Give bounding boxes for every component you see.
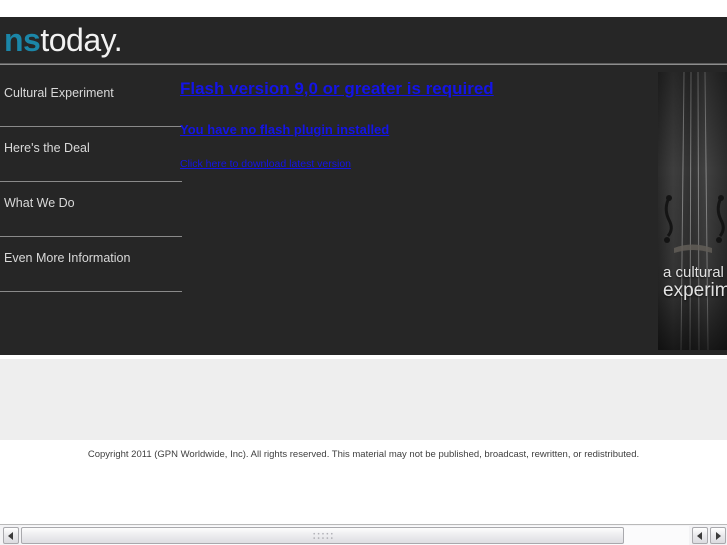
nav-item-cultural-experiment[interactable]: Cultural Experiment [0,72,182,127]
logo-text-ns: ns [4,22,41,58]
flash-version-required-link[interactable]: Flash version 9,0 or greater is required [180,79,650,99]
horizontal-scrollbar[interactable] [0,524,727,545]
primary-navigation: Cultural Experiment Here's the Deal What… [0,72,182,292]
lower-light-panel [0,357,727,440]
top-white-gutter [0,0,727,17]
site-logo[interactable]: nstoday. [4,21,123,59]
page-dark-body: nstoday. Cultural Experiment Here's the … [0,17,727,355]
nav-item-label: What We Do [4,196,75,210]
nav-item-heres-the-deal[interactable]: Here's the Deal [0,127,182,182]
chevron-left-icon [8,531,13,540]
nav-item-label: Cultural Experiment [4,86,114,100]
promo-image-panel: a cultural experiment [658,72,727,350]
browser-viewport: nstoday. Cultural Experiment Here's the … [0,0,727,545]
flash-plugin-notice: Flash version 9,0 or greater is required… [180,79,650,171]
nav-item-what-we-do[interactable]: What We Do [0,182,182,237]
scroll-left-button-secondary[interactable] [692,527,708,544]
site-header: nstoday. [0,17,727,63]
chevron-right-icon [716,531,721,540]
page-footer: Copyright 2011 (GPN Worldwide, Inc). All… [0,440,727,518]
scroll-right-button[interactable] [710,527,726,544]
chevron-left-icon [697,531,702,540]
nav-item-label: Here's the Deal [4,141,90,155]
violin-strings-photo [658,72,727,350]
nav-separator [0,291,182,292]
logo-text-today: today. [40,22,123,58]
copyright-text: Copyright 2011 (GPN Worldwide, Inc). All… [87,449,640,460]
scrollbar-track[interactable] [21,526,689,545]
flash-no-plugin-link[interactable]: You have no flash plugin installed [180,122,650,138]
flash-download-link[interactable]: Click here to download latest version [180,158,650,171]
nav-item-label: Even More Information [4,251,131,265]
scrollbar-thumb[interactable] [21,527,624,544]
scroll-left-button[interactable] [3,527,19,544]
promo-caption-line1: a cultural [663,264,724,282]
scrollbar-grip-icon [311,531,334,540]
promo-caption-line2: experiment [663,280,727,302]
nav-item-even-more-information[interactable]: Even More Information [0,237,182,292]
header-divider-rule [0,63,727,65]
promo-caption: a cultural experiment [663,265,727,302]
